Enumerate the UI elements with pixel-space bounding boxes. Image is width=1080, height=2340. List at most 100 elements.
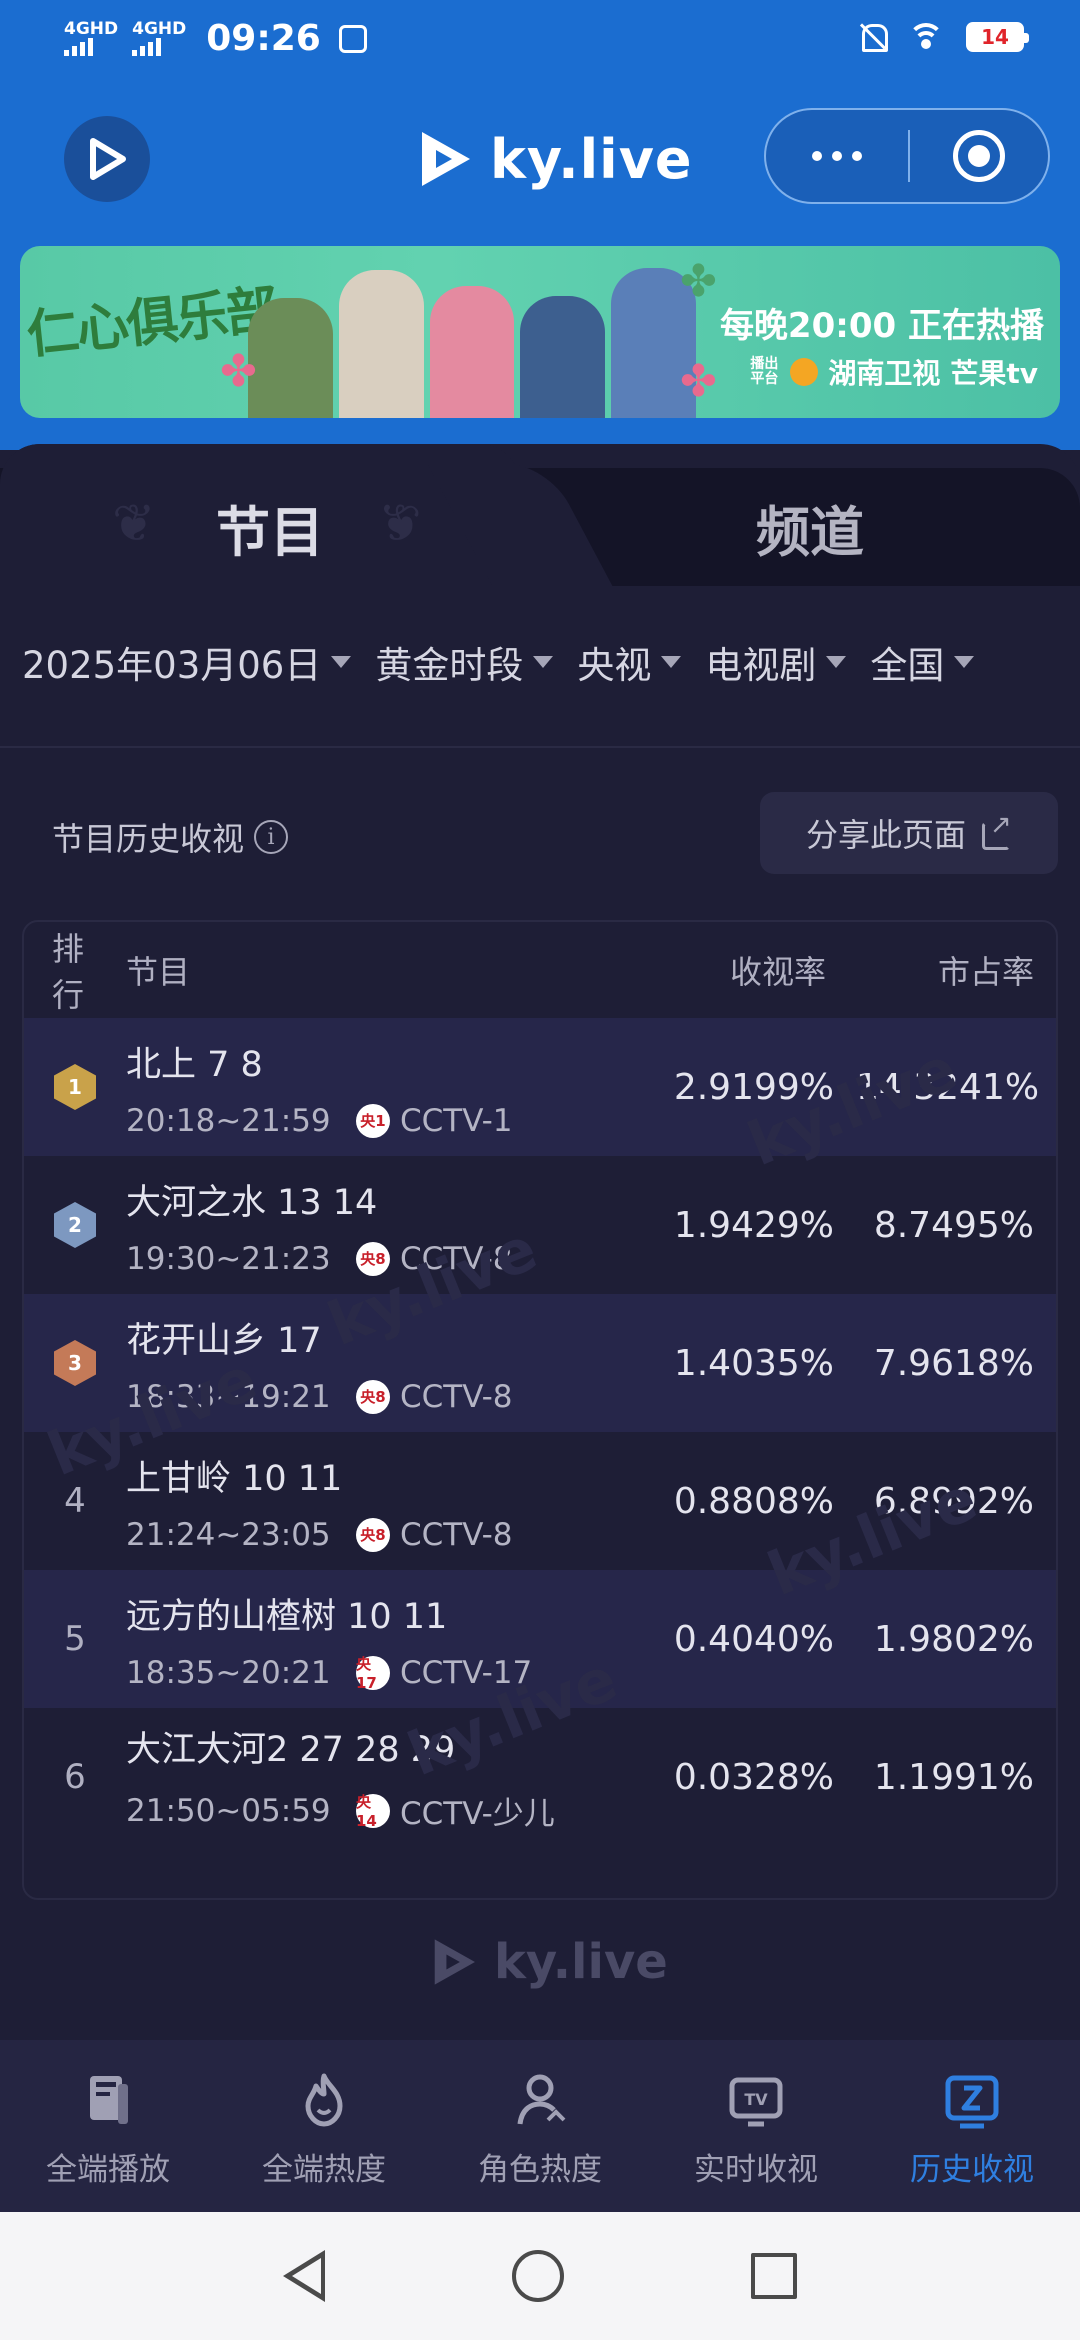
share-page-button[interactable]: 分享此页面 (760, 792, 1058, 874)
banner-slogan: 每晚20:00 正在热播 (719, 306, 1044, 346)
program-name: 上甘岭 10 11 (126, 1458, 343, 1499)
air-time: 21:50~05:59 (126, 1792, 331, 1829)
banner-platforms: 播出平台 湖南卫视 芒果tv (750, 352, 1038, 392)
channel-name: CCTV-17 (400, 1654, 533, 1691)
tab-bar: ❦ ❦ 节目 频道 (0, 444, 1080, 586)
footer-brand: ky.live (428, 1934, 668, 1990)
clover-decoration-icon: ✤ (220, 346, 257, 397)
ky-logo-icon (422, 132, 470, 186)
bottom-nav: 全端播放 全端热度 角色热度 TV 实时收视 历史收视 (0, 2040, 1080, 2212)
program-name: 大河之水 13 14 (126, 1182, 378, 1223)
header-share[interactable]: 市占率 (856, 947, 1056, 993)
cctv-logo-icon: 央8 (356, 1379, 390, 1414)
person-icon (517, 2074, 566, 2125)
notification-app-icon (338, 24, 367, 53)
rank-number: 6 (64, 1757, 86, 1797)
caret-down-icon (661, 656, 682, 668)
share-value: 14.3241% (856, 1066, 1040, 1108)
timeslot-filter[interactable]: 黄金时段 (375, 635, 554, 689)
nav-item-realtime[interactable]: TV 实时收视 (648, 2040, 864, 2212)
recents-icon[interactable] (750, 2253, 797, 2299)
table-row[interactable]: 6 大江大河2 27 28 29 21:50~05:59 央14 CCTV-少儿 0… (24, 1708, 1056, 1846)
nav-item-role-heat[interactable]: 角色热度 (432, 2040, 648, 2212)
tab-programs-label[interactable]: 节目 (216, 488, 324, 567)
genre-filter[interactable]: 电视剧 (705, 635, 847, 689)
wifi-icon (908, 23, 944, 51)
nav-item-all-heat[interactable]: 全端热度 (216, 2040, 432, 2212)
table-row[interactable]: 5 远方的山楂树 10 11 18:35~20:21 央17 CCTV-17 0.4… (24, 1570, 1056, 1708)
bronze-medal-icon: 3 (54, 1340, 96, 1386)
network-type-label: 4GHD (64, 19, 119, 39)
tab-channels[interactable]: 频道 (756, 488, 864, 567)
more-menu-button[interactable] (766, 110, 908, 202)
play-logo-icon (90, 138, 126, 180)
caret-down-icon (533, 656, 554, 668)
share-value: 1.1991% (873, 1756, 1034, 1798)
share-value: 1.9802% (873, 1618, 1034, 1660)
network-type-label: 4GHD (132, 19, 187, 39)
rating-value: 0.8808% (673, 1480, 834, 1522)
clover-decoration-icon: ✤ (680, 356, 717, 407)
close-mini-program-button[interactable] (910, 130, 1048, 182)
status-clock: 09:26 (206, 18, 321, 59)
signal-2: 4GHD (132, 21, 186, 56)
divider (0, 746, 1080, 748)
cctv-logo-icon: 央17 (356, 1655, 390, 1692)
table-row[interactable]: 4 上甘岭 10 11 21:24~23:05 央8 CCTV-8 0.8808% … (24, 1432, 1056, 1570)
record-icon (953, 130, 1005, 182)
network-filter-label: 央视 (577, 644, 652, 687)
content-panel: ❦ ❦ 节目 频道 2025年03月06日 黄金时段 央视 电视剧 全国 节目历… (0, 444, 1080, 2214)
date-filter-label: 2025年03月06日 (22, 644, 322, 687)
nav-label: 全端播放 (46, 2152, 170, 2188)
book-icon (90, 2076, 128, 2124)
nav-item-all-play[interactable]: 全端播放 (0, 2040, 216, 2212)
home-icon[interactable] (511, 2250, 564, 2302)
brand-name: ky.live (490, 127, 693, 191)
nav-label: 角色热度 (478, 2152, 602, 2188)
air-time: 21:24~23:05 (126, 1516, 331, 1553)
mini-program-capsule (764, 108, 1050, 204)
channel-name: CCTV-8 (400, 1516, 513, 1553)
promo-banner[interactable]: 仁心俱乐部 ✤ ✤ ✤ 每晚20:00 正在热播 播出平台 湖南卫视 芒果tv (20, 246, 1060, 418)
share-value: 7.9618% (873, 1342, 1034, 1384)
tv-icon: TV (729, 2077, 783, 2127)
share-value: 8.7495% (873, 1204, 1034, 1246)
external-link-icon (982, 810, 1012, 850)
battery-icon: 14 (966, 22, 1029, 52)
status-bar: 4GHD 4GHD 09:26 14 (0, 0, 1080, 80)
history-icon (945, 2075, 999, 2129)
caret-down-icon (826, 656, 847, 668)
nav-item-history[interactable]: 历史收视 (864, 2040, 1080, 2212)
program-name: 大江大河2 27 28 29 (126, 1730, 456, 1770)
battery-level: 14 (981, 25, 1009, 49)
network-filter[interactable]: 央视 (577, 635, 682, 689)
back-icon[interactable] (283, 2250, 326, 2302)
header-rating[interactable]: 收视率 (656, 947, 856, 993)
cctv-logo-icon: 央8 (356, 1517, 390, 1552)
cctv-logo-icon: 央1 (356, 1103, 390, 1138)
nav-label: 全端热度 (262, 2152, 386, 2188)
section-title: 节目历史收视 i (52, 814, 289, 860)
region-filter-label: 全国 (870, 644, 945, 687)
date-filter[interactable]: 2025年03月06日 (22, 635, 352, 689)
platform-hunan-tv: 湖南卫视 (828, 357, 941, 390)
table-row[interactable]: 2 大河之水 13 14 19:30~21:23 央8 CCTV-8 1.9429%… (24, 1156, 1056, 1294)
rank-number: 5 (64, 1619, 86, 1659)
info-icon[interactable]: i (254, 820, 289, 854)
brand-logo: ky.live (414, 114, 693, 204)
gold-medal-icon: 1 (54, 1064, 96, 1110)
platform-mango-tv: 芒果tv (950, 357, 1038, 390)
cctv-logo-icon: 央8 (356, 1241, 390, 1276)
svg-text:TV: TV (744, 2090, 768, 2109)
banner-cast-image (248, 256, 696, 418)
footer-brand-text: ky.live (494, 1934, 668, 1990)
app-logo-button[interactable] (64, 116, 150, 202)
region-filter[interactable]: 全国 (870, 635, 975, 689)
channel-name: CCTV-1 (400, 1102, 513, 1139)
channel-name: CCTV-少儿 (400, 1796, 555, 1832)
share-value: 6.8992% (873, 1480, 1034, 1522)
table-row[interactable]: 1 北上 7 8 20:18~21:59 央1 CCTV-1 2.9199% 14.… (24, 1018, 1056, 1156)
table-row[interactable]: 3 花开山乡 17 18:33~19:21 央8 CCTV-8 1.4035% 7.… (24, 1294, 1056, 1432)
table-header: 排行 节目 收视率 市占率 (24, 922, 1056, 1018)
channel-name: CCTV-8 (400, 1378, 513, 1415)
